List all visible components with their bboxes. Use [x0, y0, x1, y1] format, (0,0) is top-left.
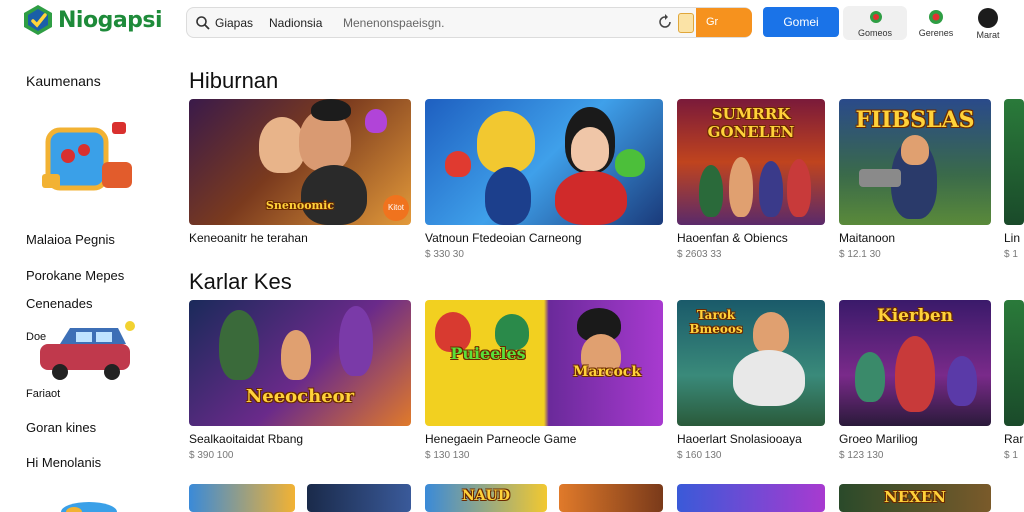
- sidebar-item-porokane[interactable]: Porokane Mepes: [26, 268, 124, 283]
- game-thumbnail[interactable]: Kierben: [839, 300, 991, 426]
- search-scope-secondary[interactable]: Nadionsia: [269, 16, 322, 30]
- game-badge: Kitot: [383, 195, 409, 221]
- game-meta: $ 330 30: [425, 249, 464, 260]
- game-thumbnail[interactable]: SUMRRK GONELEN: [677, 99, 825, 225]
- sidebar-controller-illustration: [42, 122, 132, 191]
- game-thumbnail[interactable]: FIIBSLAS: [839, 99, 991, 225]
- genres-tile-button[interactable]: Gerenes: [912, 6, 960, 40]
- search-scope-primary[interactable]: Giapas: [215, 16, 253, 30]
- camera-search-icon[interactable]: [678, 13, 694, 33]
- game-art-title: SUMRRK GONELEN: [707, 105, 795, 141]
- avatar[interactable]: [978, 8, 998, 28]
- game-art-title: NEXEN: [884, 488, 946, 506]
- game-title[interactable]: Haoenfan & Obiencs: [677, 231, 788, 245]
- sidebar-item-fariaot[interactable]: Fariaot: [26, 388, 60, 400]
- game-title[interactable]: Vatnoun Ftedeoian Carneong: [425, 231, 582, 245]
- sidebar-title: Kaumenans: [26, 73, 101, 89]
- search-bar[interactable]: Giapas Nadionsia Gr: [186, 7, 752, 38]
- game-thumbnail[interactable]: Puieeles Marcock: [425, 300, 663, 426]
- game-thumbnail[interactable]: NEXEN: [839, 484, 991, 512]
- genres-icon: [929, 10, 943, 24]
- sidebar-item-goran-kines[interactable]: Goran kines: [26, 420, 96, 435]
- sidebar-item-malaioa[interactable]: Malaioa Pegnis: [26, 232, 115, 247]
- gamepad-icon: [870, 11, 882, 23]
- cta-button[interactable]: Gomei: [763, 7, 839, 37]
- game-title[interactable]: Haoerlart Snolasiooaya: [677, 432, 802, 446]
- game-thumbnail[interactable]: [677, 484, 825, 512]
- game-meta: $ 130 130: [425, 450, 470, 461]
- sidebar-item-cenenades[interactable]: Cenenades: [26, 296, 93, 311]
- game-art-title: Kierben: [876, 306, 954, 326]
- game-title[interactable]: Sealkaoitaidat Rbang: [189, 432, 303, 446]
- top-bar: Niogapsi Giapas Nadionsia Gr Gomei Gomeo…: [0, 0, 1024, 50]
- sidebar: Kaumenans Malaioa Pegnis Porokane Mepes …: [0, 50, 168, 512]
- game-meta: $ 12.1 30: [839, 249, 881, 260]
- game-meta: $ 123 130: [839, 450, 884, 461]
- game-title[interactable]: Groeo Mariliog: [839, 432, 918, 446]
- app-logo-icon[interactable]: [22, 4, 54, 36]
- game-meta: $ 2603 33: [677, 249, 722, 260]
- game-meta: $ 390 100: [189, 450, 234, 461]
- search-input[interactable]: [343, 12, 643, 34]
- games-tile-button[interactable]: Gomeos: [843, 6, 907, 40]
- game-thumbnail[interactable]: [425, 99, 663, 225]
- game-art-title: Snenoomic: [265, 199, 335, 212]
- game-thumbnail[interactable]: [1004, 99, 1024, 225]
- game-thumbnail[interactable]: Tarok Bmeoos: [677, 300, 825, 426]
- app-name[interactable]: Niogapsi: [58, 8, 163, 33]
- game-art-title: FIIBSLAS: [855, 107, 975, 133]
- avatar-label: Marat: [976, 30, 1000, 40]
- game-thumbnail[interactable]: [307, 484, 411, 512]
- game-meta: $ 160 130: [677, 450, 722, 461]
- game-title[interactable]: Maitanoon: [839, 231, 895, 245]
- game-thumbnail[interactable]: NAUD: [425, 484, 547, 512]
- refresh-icon[interactable]: [657, 14, 673, 30]
- game-title[interactable]: Lin: [1004, 231, 1020, 245]
- sidebar-item-hi-menolanis[interactable]: Hi Menolanis: [26, 455, 101, 470]
- game-thumbnail[interactable]: [189, 484, 295, 512]
- games-tile-label: Gomeos: [857, 28, 892, 38]
- game-thumbnail[interactable]: Snenoomic Kitot: [189, 99, 411, 225]
- game-art-title: Neeocheor: [245, 386, 355, 407]
- game-art-title-2: Marcock: [572, 364, 642, 380]
- sidebar-car-illustration: [40, 321, 135, 380]
- genres-tile-label: Gerenes: [918, 28, 954, 38]
- section-title-karlar-kes: Karlar Kes: [189, 269, 292, 294]
- search-icon[interactable]: [195, 15, 211, 31]
- sidebar-bottom-illustration: [61, 502, 117, 512]
- game-thumbnail[interactable]: [559, 484, 663, 512]
- game-meta: $ 1: [1004, 450, 1018, 461]
- game-art-title: Puieeles: [450, 344, 526, 363]
- game-title[interactable]: Keneoanitr he terahan: [189, 231, 308, 245]
- game-thumbnail[interactable]: [1004, 300, 1024, 426]
- game-title[interactable]: Henegaein Parneocle Game: [425, 432, 576, 446]
- game-title[interactable]: Rar: [1004, 432, 1023, 446]
- section-title-hiburnan: Hiburnan: [189, 68, 279, 93]
- game-art-title: Tarok Bmeoos: [689, 308, 743, 336]
- game-thumbnail[interactable]: Neeocheor: [189, 300, 411, 426]
- search-submit-button[interactable]: Gr: [696, 8, 752, 37]
- game-art-title: NAUD: [461, 488, 510, 504]
- game-meta: $ 1: [1004, 249, 1018, 260]
